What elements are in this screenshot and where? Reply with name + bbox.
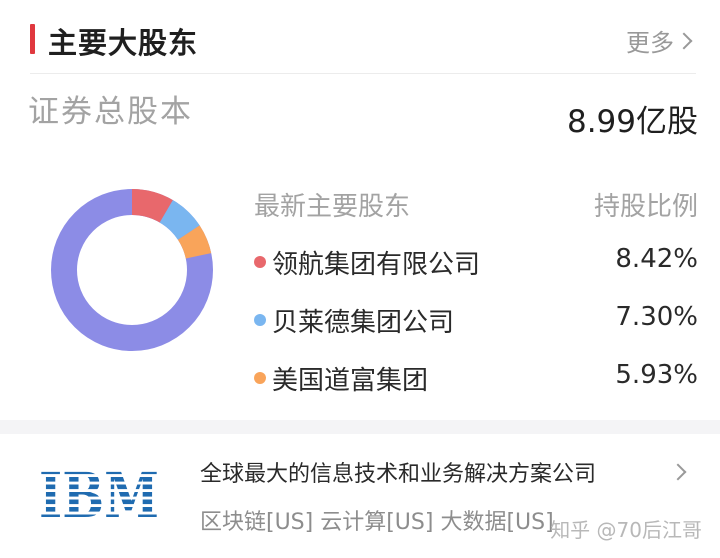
company-description[interactable]: 全球最大的信息技术和业务解决方案公司 [200,456,596,488]
holder-row[interactable]: 领航集团有限公司 8.42% [254,244,698,280]
holder-name: 贝莱德集团公司 [272,308,455,338]
company-tags: 区块链[US] 云计算[US] 大数据[US] [200,510,554,535]
donut-slice-3 [177,225,212,260]
legend-dot [254,372,266,384]
holder-percent: 7.30% [615,302,698,332]
legend-dot [254,314,266,326]
ibm-logo-text: IBM [39,462,159,522]
legend-dot [254,256,266,268]
section-title: 主要大股东 [48,26,199,60]
total-shares-value: 8.99亿股 [566,104,698,140]
donut-slice-1 [131,189,173,223]
holders-column-header: 最新主要股东 [254,192,411,222]
holder-name: 美国道富集团 [272,366,429,396]
ibm-logo: IBM [39,462,159,522]
holder-name: 领航集团有限公司 [272,250,481,280]
more-link[interactable]: 更多 [626,23,693,58]
holder-percent: 5.93% [615,360,698,390]
section-separator [0,420,720,434]
more-label[interactable]: 更多 [626,23,674,58]
divider [30,73,696,74]
holder-row[interactable]: 贝莱德集团公司 7.30% [254,302,698,338]
holder-row[interactable]: 美国道富集团 5.93% [254,360,698,396]
holder-percent: 8.42% [615,244,698,274]
section-accent-bar [30,24,35,54]
total-shares-label: 证券总股本 [28,94,193,130]
chevron-right-icon[interactable] [675,32,693,49]
donut-slice-2 [159,200,200,241]
ratio-column-header: 持股比例 [593,192,698,222]
shareholding-donut-chart [51,189,213,351]
watermark: 知乎 @70后江哥 [550,518,702,542]
